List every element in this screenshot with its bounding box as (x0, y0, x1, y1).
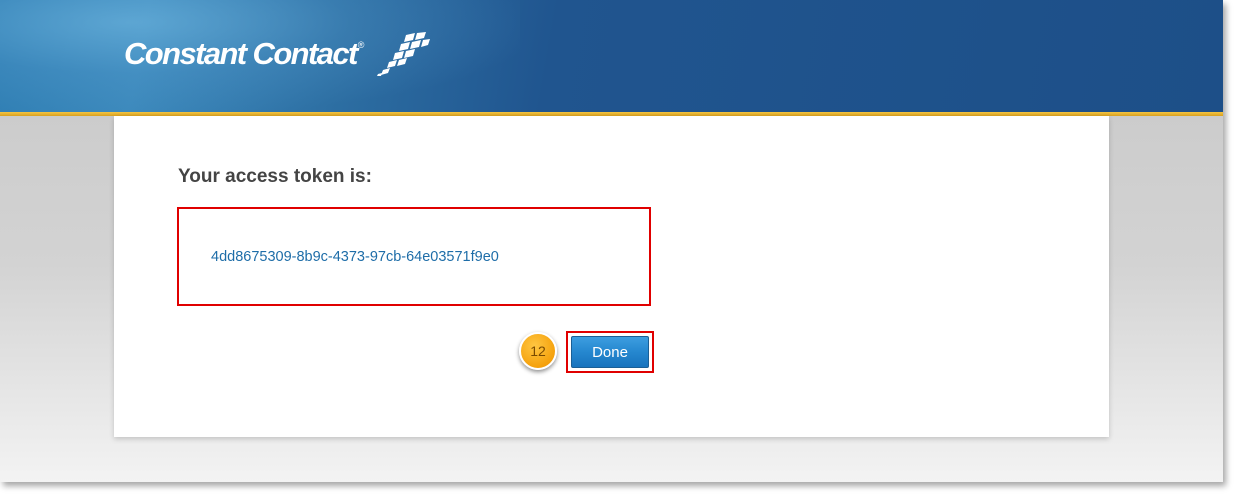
brand-registered-mark: ® (357, 40, 365, 50)
checkered-flag-icon (368, 32, 432, 81)
done-button-highlight: Done (566, 331, 654, 373)
done-button[interactable]: Done (571, 336, 649, 368)
access-token-heading: Your access token is: (178, 166, 372, 187)
access-token-value[interactable]: 4dd8675309-8b9c-4373-97cb-64e03571f9e0 (211, 249, 499, 265)
site-header: Constant Contact ® (0, 0, 1223, 112)
step-number-badge: 12 (519, 332, 557, 370)
browser-frame: Constant Contact ® Your access token is:… (0, 0, 1223, 482)
content-panel: Your access token is: 4dd8675309-8b9c-43… (114, 116, 1109, 437)
brand-logo[interactable]: Constant Contact ® (124, 32, 432, 81)
brand-name: Constant Contact (124, 36, 358, 71)
access-token-highlight-box: 4dd8675309-8b9c-4373-97cb-64e03571f9e0 (177, 207, 651, 306)
